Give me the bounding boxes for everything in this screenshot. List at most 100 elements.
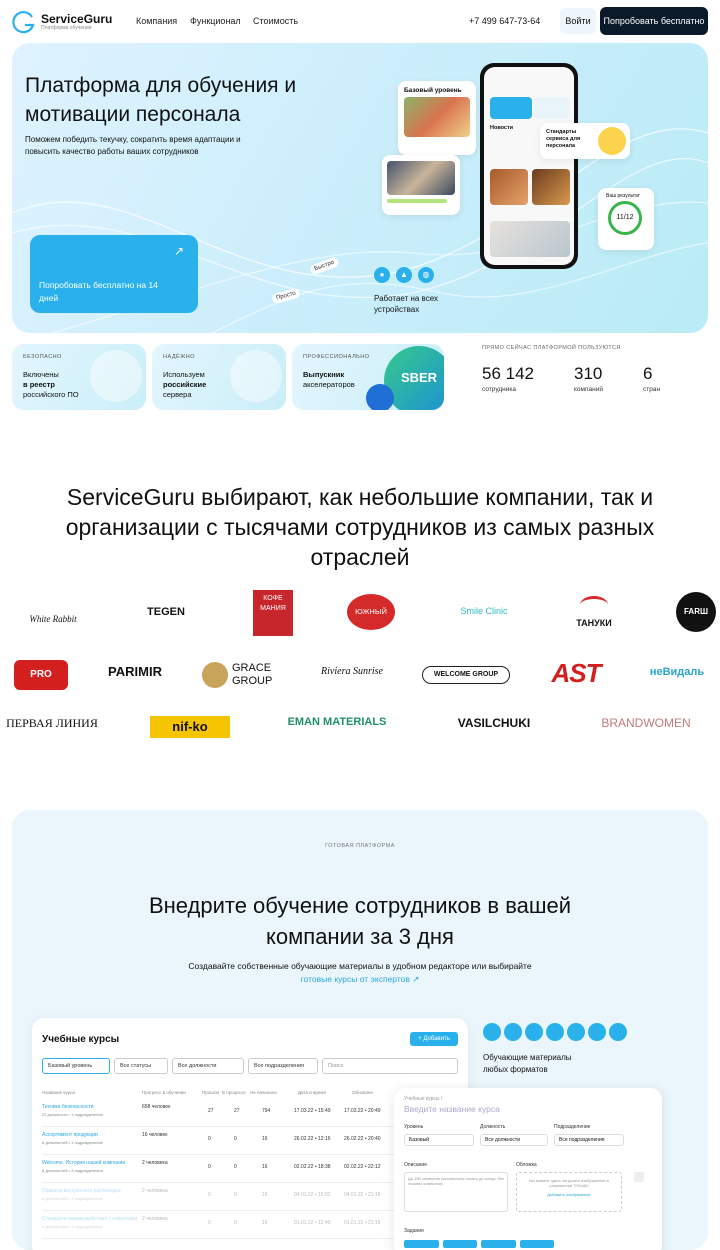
android-icon: ▲ (396, 267, 412, 283)
badge-safe: БЕЗОПАСНО Включены в реестр российского ПО (12, 344, 146, 410)
course-meta: 8 должностей • 3 подразделения (42, 1168, 103, 1173)
add-course-button[interactable]: + Добавить (410, 1032, 458, 1046)
stats-heading: ПРЯМО СЕЙЧАС ПЛАТФОРМОЙ ПОЛЬЗУЮТСЯ (482, 345, 621, 351)
course-name[interactable]: Стандарты взаимодействия с клиентами (42, 1216, 137, 1222)
hero-title: Платформа для обучения и мотивации персо… (25, 74, 297, 126)
col-not-started: Не начинали (250, 1090, 277, 1095)
web-icon: ◍ (418, 267, 434, 283)
course-done: 0 (208, 1164, 211, 1170)
ed2-logo-icon (366, 384, 394, 410)
course-meta: 8 должностей • 1 подразделение (42, 1196, 103, 1201)
badge-reliable-head: НАДЁЖНО (163, 354, 196, 360)
editor-breadcrumb[interactable]: Учебные курсы / (404, 1096, 442, 1102)
course-updated: 04.01.22 • 21:16 (344, 1192, 381, 1198)
course-people: 2 человека (142, 1160, 168, 1166)
add-image-link[interactable]: Добавить изображение (522, 1192, 616, 1197)
stat-countries-label: стран (643, 386, 661, 393)
platform-title: Внедрите обучение сотрудников в вашей ко… (148, 893, 572, 949)
col-in-progress: В процессе (222, 1090, 246, 1095)
brand-name[interactable]: ServiceGuru (41, 12, 112, 26)
level-select[interactable]: Базовый уровень (42, 1058, 110, 1074)
hero-section: Платформа для обучения и мотивации персо… (12, 43, 708, 333)
department-label: Подразделение (554, 1124, 591, 1130)
nav-features[interactable]: Функционал (190, 16, 241, 26)
training-card (382, 155, 460, 215)
course-card-title: Базовый уровень (404, 87, 462, 94)
task-tab[interactable] (404, 1240, 439, 1248)
course-name[interactable]: Техника безопасности (42, 1104, 94, 1110)
badge-pro-head: ПРОФЕССИОНАЛЬНО (303, 354, 370, 360)
grace-group-icon (202, 662, 228, 688)
editor-level-select[interactable]: Базовый (404, 1134, 474, 1146)
hero-cta-label: Попробовать бесплатно на 14 дней (39, 280, 158, 303)
audio-format-icon[interactable] (504, 1023, 522, 1041)
tanuki-roof-icon (580, 596, 608, 614)
logo-riviera-sunrise: Riviera Sunrise (321, 666, 383, 677)
login-button[interactable]: Войти (560, 8, 596, 34)
link-format-icon[interactable] (588, 1023, 606, 1041)
task-tab[interactable] (481, 1240, 516, 1248)
arrow-up-right-icon: ↗ (173, 244, 184, 258)
logo-welcome-group: WELCOME GROUP (422, 666, 510, 684)
standards-title: Стандарты сервиса для персонала (546, 129, 581, 149)
col-progress: Прогресс в обучении (142, 1090, 186, 1095)
try-free-button[interactable]: Попробовать бесплатно (600, 7, 708, 35)
logo-tegen: TEGEN (147, 606, 185, 618)
editor-department-select[interactable]: Все подразделения (554, 1134, 624, 1146)
presentation-format-icon[interactable] (609, 1023, 627, 1041)
result-title: Ваш результат (606, 193, 640, 199)
phone-screen: Новости (484, 67, 574, 265)
course-updated: 02.02.22 • 22:12 (344, 1164, 381, 1170)
description-textarea[interactable]: До 150 символов (желательно писать до ко… (404, 1172, 508, 1212)
logo-smile-clinic: Smile Clinic (460, 606, 508, 616)
course-name-input[interactable]: Введите название курса (404, 1104, 500, 1114)
course-name[interactable]: Ассортимент продукции (42, 1132, 98, 1138)
clients-title: ServiceGuru выбирают, как небольшие комп… (65, 484, 655, 570)
description-label: Описание (404, 1162, 428, 1168)
logo-pervaya-liniya: ПЕРВАЯ ЛИНИЯ (6, 716, 98, 730)
task-tab[interactable] (519, 1240, 554, 1248)
course-not-started: 16 (262, 1220, 268, 1226)
serviceguru-logo-icon[interactable] (12, 10, 36, 34)
course-people: 658 человек (142, 1104, 171, 1110)
editor-position-select[interactable]: Все должности (480, 1134, 548, 1146)
course-name[interactable]: Welcome. История нашей компании (42, 1160, 125, 1166)
photo-format-icon[interactable] (483, 1023, 501, 1041)
status-select[interactable]: Все статусы (114, 1058, 168, 1074)
position-select[interactable]: Все должности (172, 1058, 244, 1074)
course-people: 2 человека (142, 1216, 168, 1222)
apple-icon: ● (374, 267, 390, 283)
nav-pricing[interactable]: Стоимость (253, 16, 298, 26)
course-in-progress: 0 (234, 1220, 237, 1226)
course-done: 0 (208, 1192, 211, 1198)
department-select[interactable]: Все подразделения (248, 1058, 318, 1074)
stat-employees-value: 56 142 (482, 364, 534, 383)
logo-vasilchuki: VASILCHUKI (457, 716, 531, 730)
logo-yuzhny: ЮЖНЫЙ (347, 594, 395, 630)
stat-companies-value: 310 (574, 364, 603, 383)
video-format-icon[interactable] (525, 1023, 543, 1041)
brand-subtitle: Платформа обучения (41, 25, 92, 31)
result-card: Ваш результат 11/12 (598, 188, 654, 250)
nav-company[interactable]: Компания (136, 16, 177, 26)
course-created: 02.02.22 • 18:38 (294, 1164, 331, 1170)
platform-tag: ГОТОВАЯ ПЛАТФОРМА (325, 843, 395, 849)
cover-upload[interactable]: Вы можете здесь загрузить изображение в … (516, 1172, 622, 1212)
badge-safe-text: Включены в реестр российского ПО (23, 370, 79, 399)
level-label: Уровень (404, 1124, 424, 1130)
people-image (387, 161, 455, 195)
trash-icon[interactable] (634, 1172, 644, 1182)
cover-label: Обложка (516, 1162, 537, 1168)
expert-courses-link[interactable]: готовые курсы от экспертов ↗ (301, 974, 420, 984)
hero-cta-button[interactable]: ↗ Попробовать бесплатно на 14 дней (30, 235, 198, 313)
course-name[interactable]: Правила внутреннего распорядка (42, 1188, 121, 1194)
search-input[interactable]: Поиск (322, 1058, 458, 1074)
course-not-started: 16 (262, 1136, 268, 1142)
logo-grace-group: GRACE GROUP (232, 662, 273, 687)
test-format-icon[interactable] (546, 1023, 564, 1041)
phone-link[interactable]: +7 499 647-73-64 (469, 16, 540, 26)
task-tabs (404, 1240, 554, 1248)
task-tab[interactable] (442, 1240, 477, 1248)
document-format-icon[interactable] (567, 1023, 585, 1041)
col-updated: Обновлен (352, 1090, 373, 1095)
